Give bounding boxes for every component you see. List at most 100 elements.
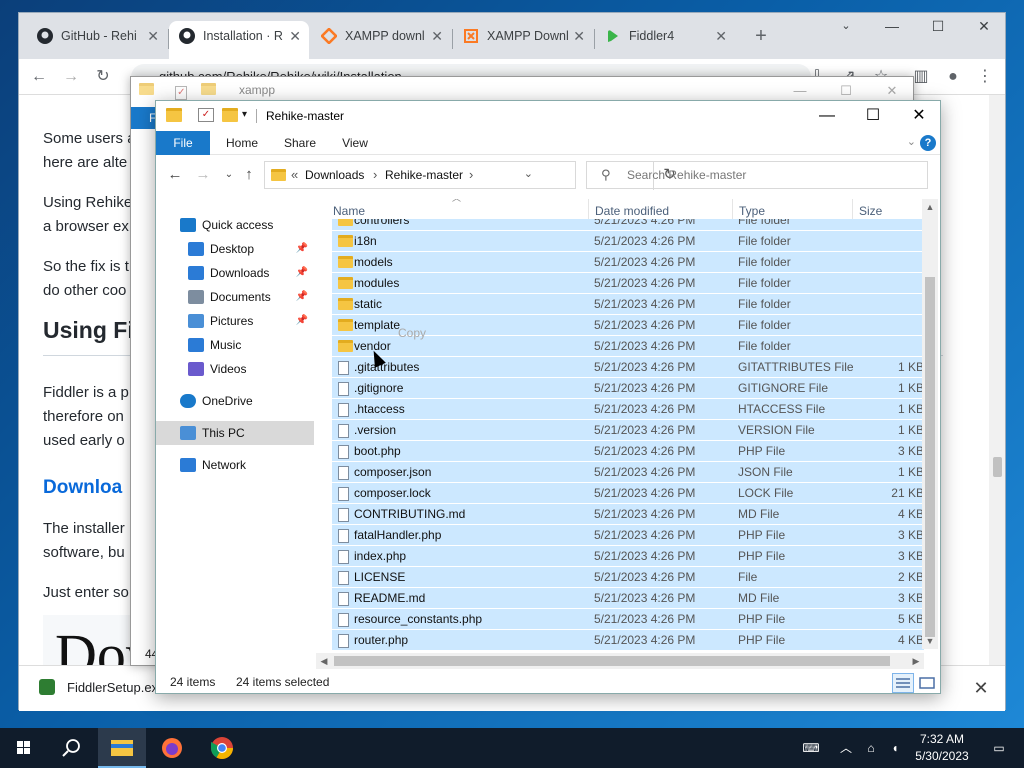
- tab-share[interactable]: Share: [274, 131, 326, 155]
- table-row[interactable]: index.php 5/21/2023 4:26 PM PHP File 3 KB: [332, 546, 924, 567]
- table-row[interactable]: composer.json 5/21/2023 4:26 PM JSON File 1…: [332, 462, 924, 483]
- chevron-down-icon[interactable]: ⌄: [524, 167, 533, 180]
- close-tab-icon[interactable]: ✕: [289, 21, 301, 51]
- chrome-taskbar-button[interactable]: [198, 728, 246, 768]
- table-row[interactable]: .htaccess 5/21/2023 4:26 PM HTACCESS File 1…: [332, 399, 924, 420]
- table-row[interactable]: router.php 5/21/2023 4:26 PM PHP File 4 KB: [332, 630, 924, 651]
- sidebar-item-music[interactable]: Music: [156, 333, 314, 357]
- touch-keyboard-icon[interactable]: ⌨: [796, 728, 826, 768]
- notifications-icon[interactable]: ▭: [984, 728, 1014, 768]
- search-button[interactable]: [48, 728, 96, 768]
- sidebar-item-documents[interactable]: Documents 📌: [156, 285, 314, 309]
- sidebar-item-videos[interactable]: Videos: [156, 357, 314, 381]
- table-row[interactable]: resource_constants.php 5/21/2023 4:26 PM P…: [332, 609, 924, 630]
- scroll-left-icon[interactable]: ◀: [316, 653, 332, 669]
- scrollbar-thumb[interactable]: [993, 457, 1002, 477]
- close-tab-icon[interactable]: ✕: [573, 21, 585, 51]
- show-hidden-icons-icon[interactable]: ︿: [836, 728, 856, 768]
- maximize-button[interactable]: ☐: [915, 13, 961, 41]
- address-box[interactable]: « Downloads › Rehike-master › ⌄ ↻: [264, 161, 676, 190]
- help-icon[interactable]: ?: [920, 135, 936, 151]
- scrollbar-thumb[interactable]: [925, 277, 935, 637]
- table-row[interactable]: controllers 5/21/2023 4:26 PM File folder: [332, 219, 924, 231]
- details-view-button[interactable]: [892, 673, 914, 693]
- expand-ribbon-icon[interactable]: ⌄: [907, 135, 916, 148]
- vertical-scrollbar[interactable]: ▲ ▼: [922, 199, 938, 649]
- page-scrollbar[interactable]: [989, 95, 1005, 667]
- forward-icon[interactable]: →: [192, 166, 214, 186]
- sidebar-item-this-pc[interactable]: This PC: [156, 421, 314, 445]
- breadcrumb-rehike-master[interactable]: Rehike-master: [385, 168, 463, 182]
- new-folder-icon[interactable]: [200, 83, 216, 95]
- table-row[interactable]: boot.php 5/21/2023 4:26 PM PHP File 3 KB: [332, 441, 924, 462]
- browser-tab-1[interactable]: Installation · R ✕: [169, 21, 309, 59]
- properties-icon[interactable]: ✓: [198, 108, 214, 122]
- firefox-taskbar-button[interactable]: [148, 728, 196, 768]
- back-icon[interactable]: ←: [164, 166, 186, 186]
- chevron-right-icon[interactable]: ›: [469, 167, 473, 182]
- tab-search-icon[interactable]: ⌄: [823, 13, 869, 41]
- table-row[interactable]: LICENSE 5/21/2023 4:26 PM File 2 KB: [332, 567, 924, 588]
- table-row[interactable]: fatalHandler.php 5/21/2023 4:26 PM PHP Fil…: [332, 525, 924, 546]
- large-icons-view-button[interactable]: [916, 673, 938, 693]
- browser-tab-2[interactable]: XAMPP downl ✕: [311, 21, 451, 59]
- table-row[interactable]: .version 5/21/2023 4:26 PM VERSION File 1 K…: [332, 420, 924, 441]
- file-tab[interactable]: F: [131, 107, 157, 129]
- close-button[interactable]: ✕: [961, 13, 1007, 41]
- clock[interactable]: 7:32 AM 5/30/2023: [904, 731, 980, 765]
- start-button[interactable]: [0, 728, 48, 768]
- minimize-button[interactable]: —: [869, 13, 915, 41]
- close-tab-icon[interactable]: ✕: [147, 21, 159, 51]
- sidebar-item-quick-access[interactable]: Quick access: [156, 213, 314, 237]
- customize-toolbar-icon[interactable]: ▾: [242, 109, 247, 120]
- tab-view[interactable]: View: [332, 131, 378, 155]
- table-row[interactable]: composer.lock 5/21/2023 4:26 PM LOCK File 2…: [332, 483, 924, 504]
- volume-icon[interactable]: ◖: [884, 728, 906, 768]
- reload-icon[interactable]: ↻: [91, 65, 115, 89]
- new-folder-icon[interactable]: [222, 108, 238, 122]
- table-row[interactable]: .gitignore 5/21/2023 4:26 PM GITIGNORE Fil…: [332, 378, 924, 399]
- menu-icon[interactable]: ⋮: [973, 65, 997, 89]
- minimize-button[interactable]: —: [804, 101, 850, 131]
- table-row[interactable]: modules 5/21/2023 4:26 PM File folder: [332, 273, 924, 294]
- close-button[interactable]: ✕: [896, 101, 940, 131]
- browser-tab-3[interactable]: XAMPP Downl ✕: [453, 21, 593, 59]
- forward-icon[interactable]: →: [59, 65, 83, 89]
- scroll-right-icon[interactable]: ▶: [908, 653, 924, 669]
- back-icon[interactable]: ←: [27, 65, 51, 89]
- network-icon[interactable]: ⌂: [860, 728, 882, 768]
- table-row[interactable]: i18n 5/21/2023 4:26 PM File folder: [332, 231, 924, 252]
- file-explorer-taskbar-button[interactable]: [98, 728, 146, 768]
- sidebar-item-downloads[interactable]: Downloads 📌: [156, 261, 314, 285]
- table-row[interactable]: static 5/21/2023 4:26 PM File folder: [332, 294, 924, 315]
- sidebar-item-onedrive[interactable]: OneDrive: [156, 389, 314, 413]
- breadcrumb-downloads[interactable]: Downloads: [305, 168, 364, 182]
- profile-avatar-icon[interactable]: ●: [941, 65, 965, 89]
- search-input[interactable]: ⚲ Search Rehike-master: [586, 161, 928, 189]
- breadcrumb-overflow[interactable]: «: [291, 167, 298, 182]
- recent-locations-icon[interactable]: ⌄: [218, 166, 240, 186]
- new-tab-button[interactable]: +: [747, 23, 775, 51]
- sidebar-item-pictures[interactable]: Pictures 📌: [156, 309, 314, 333]
- page-subheading-link[interactable]: Downloa: [43, 477, 122, 499]
- sidebar-item-network[interactable]: Network: [156, 453, 314, 477]
- close-download-bar-icon[interactable]: ✕: [969, 676, 993, 700]
- download-item[interactable]: FiddlerSetup.ex: [39, 679, 158, 695]
- table-row[interactable]: models 5/21/2023 4:26 PM File folder: [332, 252, 924, 273]
- scroll-up-icon[interactable]: ▲: [922, 199, 938, 215]
- properties-icon[interactable]: ✓: [175, 86, 188, 100]
- table-row[interactable]: .gitattributes 5/21/2023 4:26 PM GITATTRIB…: [332, 357, 924, 378]
- browser-tab-0[interactable]: GitHub - Rehi ✕: [27, 21, 167, 59]
- close-tab-icon[interactable]: ✕: [431, 21, 443, 51]
- horizontal-scrollbar[interactable]: ◀ ▶: [316, 653, 924, 669]
- browser-tab-4[interactable]: Fiddler4 ✕: [595, 21, 735, 59]
- tab-file[interactable]: File: [156, 131, 210, 155]
- table-row[interactable]: CONTRIBUTING.md 5/21/2023 4:26 PM MD File 4…: [332, 504, 924, 525]
- up-icon[interactable]: ↑: [238, 166, 260, 186]
- close-tab-icon[interactable]: ✕: [715, 21, 727, 51]
- maximize-button[interactable]: ☐: [850, 101, 896, 131]
- scroll-down-icon[interactable]: ▼: [922, 633, 938, 649]
- table-row[interactable]: README.md 5/21/2023 4:26 PM MD File 3 KB: [332, 588, 924, 609]
- scrollbar-thumb[interactable]: [334, 656, 890, 666]
- tab-home[interactable]: Home: [216, 131, 268, 155]
